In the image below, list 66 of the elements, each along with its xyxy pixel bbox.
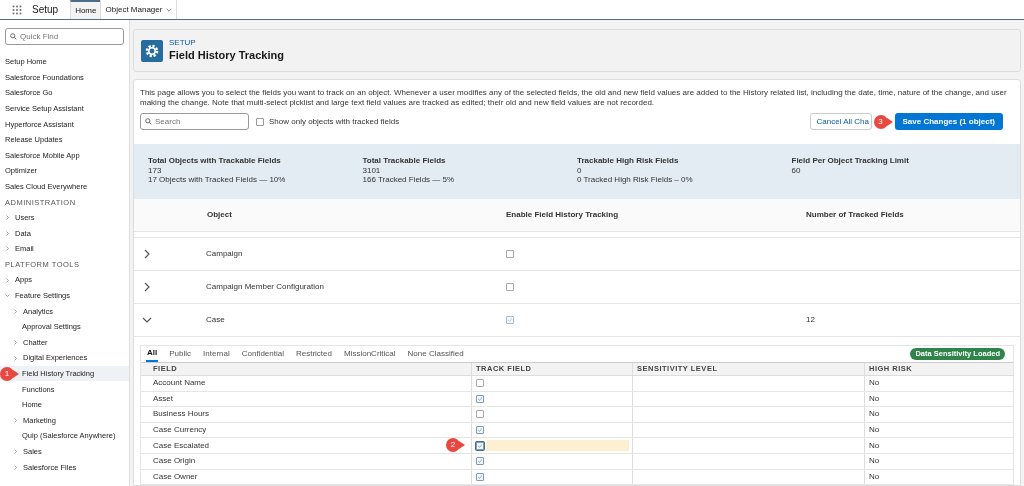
object-name: Campaign Member Configuration [206,282,324,291]
stat-detail: 166 Tracked Fields — 5% [362,175,456,185]
checkbox[interactable] [506,316,514,324]
checkbox[interactable] [476,410,484,419]
stat-value: 173 [148,165,163,175]
quick-find-field[interactable]: Quick Find [5,28,124,45]
high-risk-value: No [869,439,880,452]
cancel-button[interactable]: Cancel All Cha [809,113,872,130]
field-name: Case Escalated [153,439,210,452]
checkbox[interactable] [476,394,484,403]
field-name: Case Owner [153,470,198,483]
object-name: Campaign [206,249,243,258]
column-header: Enable Field History Tracking [506,210,619,219]
checkbox[interactable] [506,250,514,258]
filter-checkbox[interactable] [256,117,264,126]
search-field[interactable]: Search [140,113,249,130]
high-risk-value: No [869,392,880,405]
filter-tab[interactable]: Public [168,346,193,362]
column-header: Number of Tracked Fields [806,210,904,219]
description-text: This page allows you to select the fields you want to track on an object. Whenever a user modifies any of the selected fields, the old and new field values are added to the History related list, including the date, time, nature of the change, and user making the change. Note that multi-select picklist and large text field values are tracked as edited; their old and new field values are not recorded. [139,87,1008,108]
page-title: Field History Tracking [169,47,284,63]
chevron-right-icon[interactable] [142,249,152,259]
checkbox[interactable] [476,457,484,466]
stat-value: 3101 [362,165,382,175]
checkbox[interactable] [476,379,484,388]
stat-detail: 0 Tracked High Risk Fields – 0% [577,175,694,185]
filter-tab[interactable]: None Classified [406,346,465,362]
high-risk-value: No [869,424,880,437]
field-name: Case Currency [153,424,207,437]
filter-label: Show only objects with tracked fields [269,115,400,128]
page-eyebrow: SETUP [169,37,197,47]
stat-value: 0 [577,165,583,175]
stat-title: Trackable High Risk Fields [577,156,680,166]
object-name: Case [206,315,225,324]
nav-tab[interactable]: Home [70,0,101,19]
field-name: Business Hours [153,408,210,421]
tracked-count: 12 [806,315,815,324]
filter-tab[interactable]: Restricted [294,346,333,362]
filter-tab[interactable]: Confidential [240,346,285,362]
column-header: Object [207,210,232,219]
filter-tab[interactable]: MissionCritical [343,346,397,362]
chevron-right-icon[interactable] [142,282,152,292]
app-title: Setup [32,3,59,17]
chevron-down-icon[interactable] [142,315,152,325]
filter-tab[interactable]: Internal [202,346,231,362]
app-launcher-icon[interactable] [12,4,22,15]
checkbox[interactable] [476,472,484,481]
field-name: Case Origin [153,455,196,468]
stat-title: Total Objects with Trackable Fields [148,156,282,166]
field-name: Account Name [153,377,206,390]
save-button[interactable]: Save Changes (1 object) [894,113,1003,130]
stat-value: 60 [791,165,802,175]
stat-title: Total Trackable Fields [362,156,447,166]
checkbox[interactable] [476,426,484,435]
stat-title: Field Per Object Tracking Limit [791,156,910,166]
search-icon [145,118,152,125]
stat-detail: 17 Objects with Tracked Fields — 10% [148,175,287,185]
high-risk-value: No [869,470,880,483]
high-risk-value: No [869,377,880,390]
checkbox[interactable] [506,283,514,291]
checkbox[interactable] [476,441,484,450]
gear-icon [141,39,163,62]
search-icon [10,33,17,40]
high-risk-value: No [869,455,880,468]
field-name: Asset [153,392,173,405]
high-risk-value: No [869,408,880,421]
